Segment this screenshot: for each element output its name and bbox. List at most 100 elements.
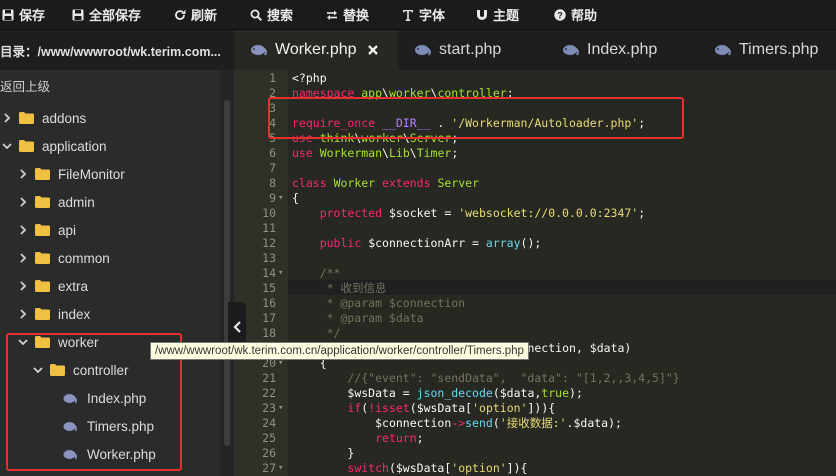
code-line[interactable]: 13 xyxy=(234,251,836,266)
line-number: 21 xyxy=(262,371,276,385)
tree-folder-item[interactable]: application xyxy=(0,132,220,160)
code-line[interactable]: 14 ▾ /** xyxy=(234,266,836,281)
line-number: 22 xyxy=(262,386,276,400)
fold-toggle-icon[interactable]: ▾ xyxy=(278,266,286,281)
replace-button[interactable]: 替换 xyxy=(310,0,386,30)
fold-toggle-icon[interactable]: ▾ xyxy=(278,191,286,206)
tree-item-label: api xyxy=(58,222,77,238)
chevron-right-icon[interactable] xyxy=(18,281,28,291)
code-line[interactable]: 18 */ xyxy=(234,326,836,341)
php-elephant-icon xyxy=(251,45,267,56)
line-number: 9 xyxy=(269,191,276,205)
sidebar-scrollbar-thumb[interactable] xyxy=(224,100,230,446)
php-elephant-icon xyxy=(563,45,579,56)
folder-open-icon xyxy=(19,140,34,152)
tree-item-label: application xyxy=(42,138,107,154)
code-text: /** xyxy=(292,266,341,280)
code-text: class Worker extends Server xyxy=(292,176,479,190)
sidebar-scrollbar[interactable] xyxy=(220,70,234,476)
code-line[interactable]: 6 use Workerman\Lib\Timer; xyxy=(234,146,836,161)
chevron-right-icon[interactable] xyxy=(18,309,28,319)
tree-folder-item[interactable]: admin xyxy=(0,188,220,216)
line-number: 27 xyxy=(262,461,276,475)
tree-folder-item[interactable]: addons xyxy=(0,104,220,132)
code-text: protected $socket = 'websocket://0.0.0.0… xyxy=(319,206,646,220)
svg-text:?: ? xyxy=(557,10,563,20)
code-text: * @param $data xyxy=(292,311,424,325)
help-icon: ? xyxy=(554,8,566,21)
search-icon xyxy=(250,9,262,21)
tree-item-label: FileMonitor xyxy=(58,166,125,182)
refresh-button[interactable]: 刷新 xyxy=(160,0,234,30)
code-line[interactable]: 23 ▾ if(!isset($wsData['option'])){ xyxy=(234,401,836,416)
line-number: 15 xyxy=(262,281,276,295)
code-line[interactable]: 25 return; xyxy=(234,431,836,446)
folder-icon xyxy=(35,168,50,180)
tree-folder-item[interactable]: common xyxy=(0,244,220,272)
code-line[interactable]: 15 * 收到信息 xyxy=(234,281,836,296)
refresh-icon xyxy=(175,9,186,20)
code-line[interactable]: 10 protected $socket = 'websocket://0.0.… xyxy=(234,206,836,221)
tree-item-label: addons xyxy=(42,110,87,126)
chevron-down-icon[interactable] xyxy=(2,141,12,151)
tree-folder-item[interactable]: extra xyxy=(0,272,220,300)
code-line[interactable]: 16 * @param $connection xyxy=(234,296,836,311)
code-line[interactable]: 26 } xyxy=(234,446,836,461)
code-line[interactable]: 24 $connection->send('接收数据:'.$data); xyxy=(234,416,836,431)
code-text: use Workerman\Lib\Timer; xyxy=(292,146,459,160)
save-all-label: 全部保存 xyxy=(89,8,142,23)
search-button[interactable]: 搜索 xyxy=(234,0,310,30)
refresh-label: 刷新 xyxy=(191,8,218,23)
tree-item-label: common xyxy=(58,250,110,266)
go-up-button[interactable]: 返回上级 xyxy=(0,70,234,100)
tree-folder-item[interactable]: index xyxy=(0,300,220,328)
tab-index-php[interactable]: Index.php xyxy=(542,30,690,70)
save-button[interactable]: 保存 xyxy=(0,0,58,30)
line-number: 13 xyxy=(262,251,276,265)
code-text: $connection->send('接收数据:'.$data); xyxy=(375,416,622,430)
chevron-right-icon[interactable] xyxy=(18,197,28,207)
save-icon xyxy=(2,9,14,20)
code-line[interactable]: 7 xyxy=(234,161,836,176)
tree-folder-item[interactable]: api xyxy=(0,216,220,244)
code-line[interactable]: 22 $wsData = json_decode($data,true); xyxy=(234,386,836,401)
code-line[interactable]: 9 ▾ { xyxy=(234,191,836,206)
fold-toggle-icon[interactable]: ▾ xyxy=(278,461,286,476)
code-line[interactable]: 8 class Worker extends Server xyxy=(234,176,836,191)
save-all-button[interactable]: 全部保存 xyxy=(58,0,160,30)
font-button[interactable]: 字体 xyxy=(386,0,462,30)
code-line[interactable]: 1 <?php xyxy=(234,71,836,86)
help-button[interactable]: ? 帮助 xyxy=(538,0,608,30)
close-tab-icon[interactable] xyxy=(367,44,379,56)
code-line[interactable]: 17 * @param $data xyxy=(234,311,836,326)
tree-folder-item[interactable]: FileMonitor xyxy=(0,160,220,188)
code-text: <?php xyxy=(292,71,327,85)
line-number: 12 xyxy=(262,236,276,250)
theme-button[interactable]: 主题 xyxy=(462,0,538,30)
folder-icon xyxy=(35,252,50,264)
fold-toggle-icon[interactable]: ▾ xyxy=(278,401,286,416)
chevron-right-icon[interactable] xyxy=(18,225,28,235)
chevron-right-icon[interactable] xyxy=(2,113,12,123)
toolbar: 保存 全部保存 刷新 搜索 替换 字体 主题 ? 帮助 xyxy=(0,0,836,30)
code-line[interactable]: 11 xyxy=(234,221,836,236)
line-number: 23 xyxy=(262,401,276,415)
line-number: 10 xyxy=(262,206,276,220)
code-line[interactable]: 21 //{"event": "sendData", "data": "[1,2… xyxy=(234,371,836,386)
code-text: } xyxy=(292,446,355,460)
tab-timers-php[interactable]: Timers.php xyxy=(690,30,836,70)
chevron-right-icon[interactable] xyxy=(18,253,28,263)
code-line[interactable]: 12 public $connectionArr = array(); xyxy=(234,236,836,251)
code-line[interactable]: 27 ▾ switch($wsData['option']){ xyxy=(234,461,836,476)
tab-worker-php[interactable]: Worker.php xyxy=(234,30,398,70)
path-tooltip: /www/wwwroot/wk.terim.com.cn/application… xyxy=(150,342,529,360)
tab-start-php[interactable]: start.php xyxy=(398,30,542,70)
folder-icon xyxy=(35,308,50,320)
tree-item-label: admin xyxy=(58,194,95,210)
chevron-right-icon[interactable] xyxy=(18,169,28,179)
code-text: * 收到信息 xyxy=(292,281,387,295)
editor-tabs: Worker.php start.php Index.php Timers.ph… xyxy=(234,30,836,70)
tab-label: Worker.php xyxy=(275,41,357,58)
theme-icon xyxy=(477,9,487,20)
folder-icon xyxy=(19,112,34,124)
